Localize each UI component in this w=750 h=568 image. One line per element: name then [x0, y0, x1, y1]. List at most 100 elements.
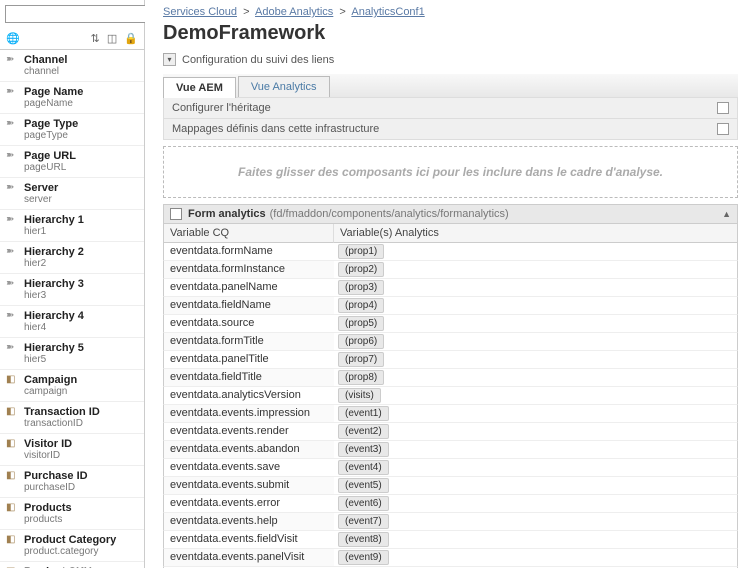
variable-item[interactable]: Product SKUproduct.sku	[0, 562, 144, 568]
cell-analytics[interactable]: (event2)	[334, 423, 737, 440]
analytics-chip[interactable]: (event6)	[338, 496, 389, 511]
analytics-chip[interactable]: (prop5)	[338, 316, 384, 331]
cell-analytics[interactable]: (prop7)	[334, 351, 737, 368]
variable-label: Page Type	[24, 118, 138, 130]
variable-sub: server	[24, 194, 138, 205]
variable-item[interactable]: Purchase IDpurchaseID	[0, 466, 144, 498]
table-row: eventdata.formTitle (prop6)	[163, 333, 738, 351]
variable-label: Product Category	[24, 534, 138, 546]
analytics-chip[interactable]: (prop6)	[338, 334, 384, 349]
cell-analytics[interactable]: (prop6)	[334, 333, 737, 350]
variable-item[interactable]: Hierarchy 1hier1	[0, 210, 144, 242]
variable-item[interactable]: Page TypepageType	[0, 114, 144, 146]
variable-label: Transaction ID	[24, 406, 138, 418]
cell-cq: eventdata.source	[164, 315, 334, 332]
analytics-chip[interactable]: (event9)	[338, 550, 389, 565]
lock-icon[interactable]: 🔒	[124, 33, 138, 45]
analytics-chip[interactable]: (event7)	[338, 514, 389, 529]
variable-label: Hierarchy 1	[24, 214, 138, 226]
variable-list: ChannelchannelPage NamepageNamePage Type…	[0, 50, 144, 568]
cell-analytics[interactable]: (prop3)	[334, 279, 737, 296]
cell-analytics[interactable]: (event9)	[334, 549, 737, 566]
cell-analytics[interactable]: (prop1)	[334, 243, 737, 260]
panel-title: Form analytics	[188, 208, 266, 220]
minimize-icon[interactable]: ◫	[107, 33, 117, 45]
search-input[interactable]	[5, 5, 155, 23]
variable-item[interactable]: Campaigncampaign	[0, 370, 144, 402]
table-head: Variable CQ Variable(s) Analytics	[163, 224, 738, 243]
analytics-chip[interactable]: (visits)	[338, 388, 381, 403]
variable-label: Server	[24, 182, 138, 194]
bar-mappings[interactable]: Mappages définis dans cette infrastructu…	[163, 118, 738, 140]
table-row: eventdata.events.impression (event1)	[163, 405, 738, 423]
analytics-chip[interactable]: (prop8)	[338, 370, 384, 385]
variable-label: Purchase ID	[24, 470, 138, 482]
tab-vue-aem[interactable]: Vue AEM	[163, 77, 236, 98]
variable-item[interactable]: Channelchannel	[0, 50, 144, 82]
cell-cq: eventdata.panelName	[164, 279, 334, 296]
analytics-chip[interactable]: (event2)	[338, 424, 389, 439]
variable-item[interactable]: Visitor IDvisitorID	[0, 434, 144, 466]
analytics-chip[interactable]: (prop2)	[338, 262, 384, 277]
main-content: Services Cloud > Adobe Analytics > Analy…	[145, 0, 750, 568]
variable-item[interactable]: Hierarchy 5hier5	[0, 338, 144, 370]
cell-analytics[interactable]: (event6)	[334, 495, 737, 512]
table-row: eventdata.events.error(event6)	[163, 495, 738, 513]
analytics-chip[interactable]: (prop1)	[338, 244, 384, 259]
analytics-chip[interactable]: (event8)	[338, 532, 389, 547]
analytics-chip[interactable]: (event5)	[338, 478, 389, 493]
cell-analytics[interactable]: (prop2)	[334, 261, 737, 278]
checkbox-config[interactable]	[717, 102, 729, 114]
variable-sub: pageType	[24, 130, 138, 141]
sidebar: 🔍 🌐 ⇅ ◫ 🔒 ChannelchannelPage NamepageNam…	[0, 0, 145, 568]
breadcrumb-conf[interactable]: AnalyticsConf1	[351, 6, 424, 18]
breadcrumb-services[interactable]: Services Cloud	[163, 6, 237, 18]
panel-header: Form analytics (fd/fmaddon/components/an…	[163, 204, 738, 224]
table-row: eventdata.source (prop5)	[163, 315, 738, 333]
cell-analytics[interactable]: (event4)	[334, 459, 737, 476]
variable-sub: hier3	[24, 290, 138, 301]
variable-item[interactable]: Product Categoryproduct.category	[0, 530, 144, 562]
cell-analytics[interactable]: (prop8)	[334, 369, 737, 386]
variable-item[interactable]: Hierarchy 4hier4	[0, 306, 144, 338]
globe-icon[interactable]: 🌐	[6, 32, 20, 45]
mapping-table: eventdata.formName(prop1)eventdata.formI…	[163, 243, 738, 568]
tabs: Vue AEM Vue Analytics	[163, 74, 738, 98]
variable-sub: visitorID	[24, 450, 138, 461]
breadcrumb: Services Cloud > Adobe Analytics > Analy…	[163, 6, 738, 18]
variable-item[interactable]: Hierarchy 2hier2	[0, 242, 144, 274]
variable-label: Hierarchy 4	[24, 310, 138, 322]
variable-item[interactable]: Hierarchy 3hier3	[0, 274, 144, 306]
cell-analytics[interactable]: (visits)	[334, 387, 737, 404]
filter-icon[interactable]: ⇅	[91, 33, 100, 45]
analytics-chip[interactable]: (prop3)	[338, 280, 384, 295]
cell-analytics[interactable]: (event3)	[334, 441, 737, 458]
variable-item[interactable]: Page URLpageURL	[0, 146, 144, 178]
variable-item[interactable]: Page NamepageName	[0, 82, 144, 114]
tab-vue-analytics[interactable]: Vue Analytics	[238, 76, 330, 97]
cell-analytics[interactable]: (event7)	[334, 513, 737, 530]
analytics-chip[interactable]: (event1)	[338, 406, 389, 421]
variable-item[interactable]: Serverserver	[0, 178, 144, 210]
collapse-icon[interactable]: ▲	[722, 209, 731, 219]
variable-sub: hier5	[24, 354, 138, 365]
analytics-chip[interactable]: (prop7)	[338, 352, 384, 367]
cell-analytics[interactable]: (event8)	[334, 531, 737, 548]
collapse-toggle[interactable]: ▾	[163, 53, 176, 66]
cell-analytics[interactable]: (event1)	[334, 405, 737, 422]
breadcrumb-adobe[interactable]: Adobe Analytics	[255, 6, 333, 18]
cell-cq: eventdata.formTitle	[164, 333, 334, 350]
cell-cq: eventdata.events.impression	[164, 405, 334, 422]
variable-item[interactable]: Productsproducts	[0, 498, 144, 530]
bar-config-inherit[interactable]: Configurer l'héritage	[163, 97, 738, 119]
cell-analytics[interactable]: (event5)	[334, 477, 737, 494]
dropzone[interactable]: Faites glisser des composants ici pour l…	[163, 146, 738, 198]
cell-analytics[interactable]: (prop5)	[334, 315, 737, 332]
analytics-chip[interactable]: (prop4)	[338, 298, 384, 313]
variable-item[interactable]: Transaction IDtransactionID	[0, 402, 144, 434]
analytics-chip[interactable]: (event3)	[338, 442, 389, 457]
table-row: eventdata.panelName (prop3)	[163, 279, 738, 297]
analytics-chip[interactable]: (event4)	[338, 460, 389, 475]
cell-analytics[interactable]: (prop4)	[334, 297, 737, 314]
checkbox-mappings[interactable]	[717, 123, 729, 135]
